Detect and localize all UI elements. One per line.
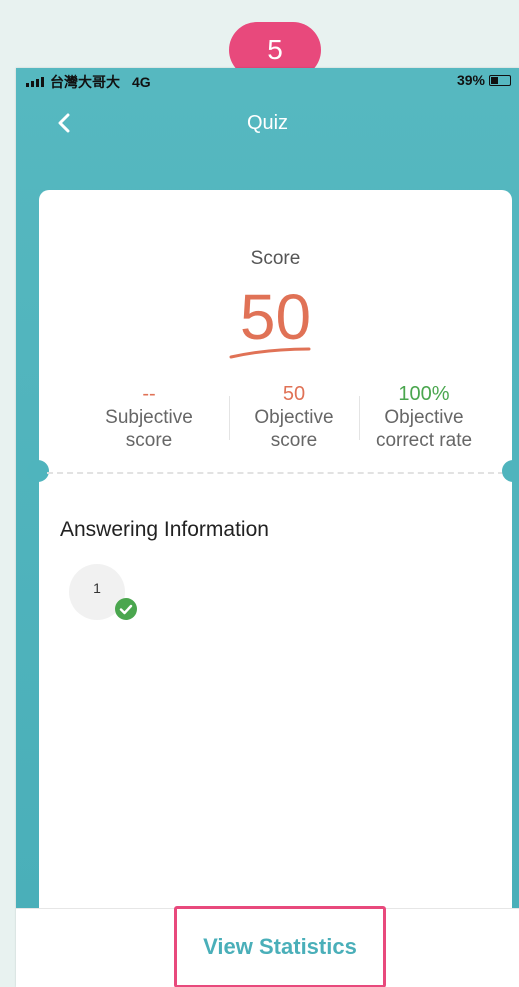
objective-score-label: Objective score [254, 407, 334, 451]
signal-icon [26, 77, 44, 87]
subjective-score-label: Subjective score [105, 407, 193, 451]
result-card: Score 50 -- Subjective score 50 Objectiv… [27, 190, 519, 950]
view-statistics-button[interactable]: View Statistics [174, 906, 386, 987]
stats-row: -- Subjective score 50 Objective score 1… [79, 382, 479, 452]
card-notch-left [27, 460, 49, 482]
objective-rate-stat: 100% Objective correct rate [354, 382, 494, 452]
phone-screen: 台灣大哥大 4G 39% Quiz Score 50 -- Subjective… [16, 68, 519, 987]
subjective-score-value: -- [142, 383, 156, 405]
score-underline-icon [229, 347, 311, 359]
battery-icon [489, 74, 511, 86]
card-notch-right [502, 460, 519, 482]
check-circle-icon [115, 598, 137, 620]
carrier-name: 台灣大哥大 [50, 74, 120, 90]
network-type: 4G [132, 74, 151, 90]
page-title: Quiz [246, 112, 289, 134]
subjective-score-stat: -- Subjective score [79, 382, 219, 452]
battery-percent: 39% [456, 72, 485, 88]
objective-rate-value: 100% [398, 383, 450, 405]
question-number: 1 [93, 580, 101, 596]
score-label: Score [250, 248, 301, 269]
objective-rate-label: Objective correct rate [375, 407, 473, 451]
status-bar: 台灣大哥大 4G 39% [16, 68, 519, 94]
carrier-info: 台灣大哥大 4G [26, 72, 151, 92]
dashed-divider [47, 472, 504, 474]
battery-info: 39% [457, 72, 511, 88]
nav-bar: Quiz [16, 104, 519, 144]
score-value: 50 [239, 281, 312, 353]
objective-score-value: 50 [282, 383, 306, 405]
objective-score-stat: 50 Objective score [224, 382, 364, 452]
answering-info-title: Answering Information [60, 518, 269, 541]
